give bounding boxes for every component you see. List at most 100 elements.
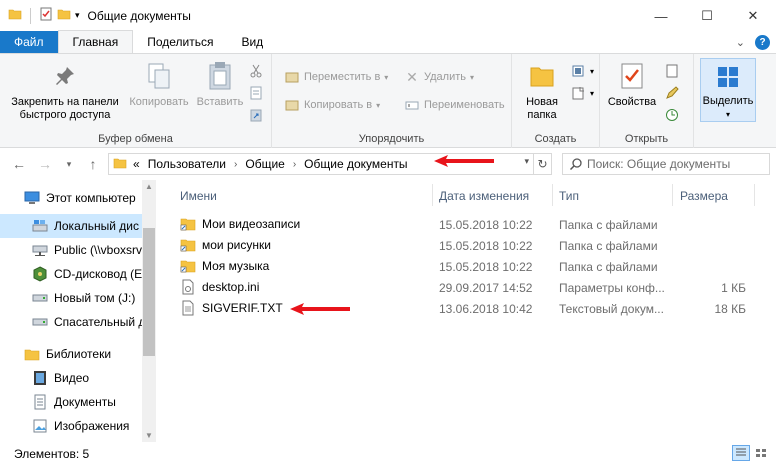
- paste-button[interactable]: Вставить: [192, 60, 248, 109]
- qat-separator: [30, 7, 31, 24]
- column-divider[interactable]: [432, 184, 433, 206]
- details-view-button[interactable]: [732, 445, 750, 461]
- scroll-down-icon[interactable]: ▼: [142, 431, 156, 440]
- nav-item-this-pc[interactable]: Этот компьютер: [0, 186, 142, 210]
- text-file-icon: [180, 300, 196, 316]
- large-icons-view-icon: [756, 449, 766, 457]
- annotation-arrow-icon: [434, 155, 494, 167]
- copy-to-icon: [284, 97, 300, 113]
- file-date: 15.05.2018 10:22: [439, 239, 533, 253]
- column-divider[interactable]: [754, 184, 755, 206]
- column-header-date[interactable]: Дата изменения: [439, 184, 529, 208]
- back-button[interactable]: ←: [10, 155, 28, 173]
- nav-item-libraries[interactable]: Библиотеки: [0, 342, 142, 366]
- close-button[interactable]: ✕: [730, 0, 776, 32]
- nav-item-public-share[interactable]: Public (\\vboxsrv: [0, 238, 142, 262]
- file-date: 13.06.2018 10:42: [439, 302, 533, 316]
- column-header-type[interactable]: Тип: [559, 184, 579, 208]
- network-drive-icon: [32, 242, 48, 258]
- group-new: Новая папка ▾ ▾ Создать: [512, 54, 600, 148]
- address-dropdown-icon[interactable]: ▾: [524, 156, 529, 167]
- file-row[interactable]: Мои видеозаписи 15.05.2018 10:22 Папка с…: [172, 214, 762, 235]
- file-row[interactable]: desktop.ini 29.09.2017 14:52 Параметры к…: [172, 277, 762, 298]
- pin-label: Закрепить на панели быстрого доступа: [11, 96, 119, 121]
- tab-file[interactable]: Файл: [0, 31, 58, 53]
- nav-item-cd-drive[interactable]: CD-дисковод (E: [0, 262, 142, 286]
- nav-item-label: Спасательный д: [54, 315, 142, 329]
- group-label-clipboard: Буфер обмена: [98, 133, 173, 145]
- properties-button[interactable]: Свойства: [604, 60, 660, 109]
- new-item-button[interactable]: ▾: [570, 62, 594, 80]
- up-button[interactable]: ↑: [84, 155, 102, 173]
- tab-share[interactable]: Поделиться: [133, 31, 227, 53]
- properties-icon: [616, 60, 648, 92]
- delete-button[interactable]: ✕ Удалить ▾: [404, 68, 474, 86]
- group-label-organize: Упорядочить: [358, 133, 425, 145]
- group-label-open: Открыть: [624, 133, 669, 145]
- copy-button[interactable]: Копировать: [126, 60, 192, 109]
- nav-item-pictures[interactable]: Изображения: [0, 414, 142, 438]
- nav-item-video[interactable]: Видео: [0, 366, 142, 390]
- edit-button[interactable]: [664, 84, 680, 102]
- breadcrumb-item[interactable]: Общие: [245, 157, 284, 171]
- rename-button[interactable]: Переименовать: [404, 96, 505, 114]
- qat-dropdown-icon[interactable]: ▾: [75, 10, 80, 21]
- edit-icon: [664, 85, 680, 101]
- nav-item-label: Изображения: [54, 419, 130, 433]
- copy-to-button[interactable]: Копировать в ▾: [284, 96, 380, 114]
- move-to-button[interactable]: Переместить в ▾: [284, 68, 388, 86]
- ribbon: Закрепить на панели быстрого доступа Коп…: [0, 54, 776, 148]
- breadcrumb-overflow[interactable]: «: [133, 157, 140, 171]
- file-size: 18 КБ: [714, 302, 746, 316]
- refresh-button[interactable]: ↻: [533, 154, 551, 174]
- copy-icon: [143, 60, 175, 92]
- delete-icon: ✕: [406, 68, 418, 85]
- select-button[interactable]: Выделить ▾: [700, 58, 756, 122]
- nav-item-documents[interactable]: Документы: [0, 390, 142, 414]
- file-row[interactable]: Моя музыка 15.05.2018 10:22 Папка с файл…: [172, 256, 762, 277]
- breadcrumb-chevron-icon[interactable]: ›: [293, 159, 296, 170]
- pin-quick-access-button[interactable]: Закрепить на панели быстрого доступа: [4, 60, 126, 122]
- nav-item-label: CD-дисковод (E: [54, 267, 142, 281]
- paste-shortcut-button[interactable]: [248, 106, 264, 124]
- cut-button[interactable]: [248, 62, 264, 80]
- minimize-button[interactable]: —: [638, 0, 684, 32]
- column-divider[interactable]: [672, 184, 673, 206]
- copy-path-button[interactable]: [248, 84, 264, 102]
- group-select: Выделить ▾: [700, 54, 758, 148]
- nav-item-rescue-drive[interactable]: Спасательный д: [0, 310, 142, 334]
- breadcrumb-item[interactable]: Пользователи: [148, 157, 226, 171]
- new-folder-button[interactable]: Новая папка: [518, 60, 566, 122]
- move-to-dropdown-icon: ▾: [384, 72, 389, 82]
- nav-item-new-volume[interactable]: Новый том (J:): [0, 286, 142, 310]
- column-header-size[interactable]: Размера: [680, 184, 728, 208]
- folder-shortcut-icon: [180, 258, 196, 274]
- scrollbar-thumb[interactable]: [143, 228, 155, 356]
- folder-shortcut-icon: [180, 237, 196, 253]
- recent-locations-button[interactable]: ▾: [60, 155, 78, 173]
- column-divider[interactable]: [552, 184, 553, 206]
- new-folder-icon[interactable]: [57, 7, 71, 24]
- properties-icon[interactable]: [39, 7, 53, 24]
- help-icon[interactable]: ?: [755, 35, 770, 50]
- large-icons-view-button[interactable]: [752, 445, 770, 461]
- history-button[interactable]: [664, 106, 680, 124]
- file-row[interactable]: мои рисунки 15.05.2018 10:22 Папка с фай…: [172, 235, 762, 256]
- collapse-ribbon-icon[interactable]: ⌄: [736, 36, 745, 49]
- search-input[interactable]: Поиск: Общие документы: [562, 153, 770, 175]
- nav-item-local-disk[interactable]: Локальный дис: [0, 214, 142, 238]
- file-row[interactable]: SIGVERIF.TXT 13.06.2018 10:42 Текстовый …: [172, 298, 762, 319]
- maximize-button[interactable]: ☐: [684, 0, 730, 32]
- easy-access-button[interactable]: ▾: [570, 84, 594, 102]
- scroll-up-icon[interactable]: ▲: [142, 182, 156, 191]
- breadcrumb-chevron-icon[interactable]: ›: [234, 159, 237, 170]
- forward-button[interactable]: →: [36, 155, 54, 173]
- tab-home[interactable]: Главная: [57, 30, 134, 53]
- nav-scrollbar[interactable]: ▲ ▼: [142, 180, 156, 442]
- open-button[interactable]: [664, 62, 680, 80]
- tab-view[interactable]: Вид: [227, 31, 277, 53]
- column-header-name[interactable]: Имени: [180, 184, 217, 208]
- delete-dropdown-icon: ▾: [470, 72, 475, 82]
- forward-arrow-icon: →: [38, 156, 52, 172]
- breadcrumb-item[interactable]: Общие документы: [304, 157, 407, 171]
